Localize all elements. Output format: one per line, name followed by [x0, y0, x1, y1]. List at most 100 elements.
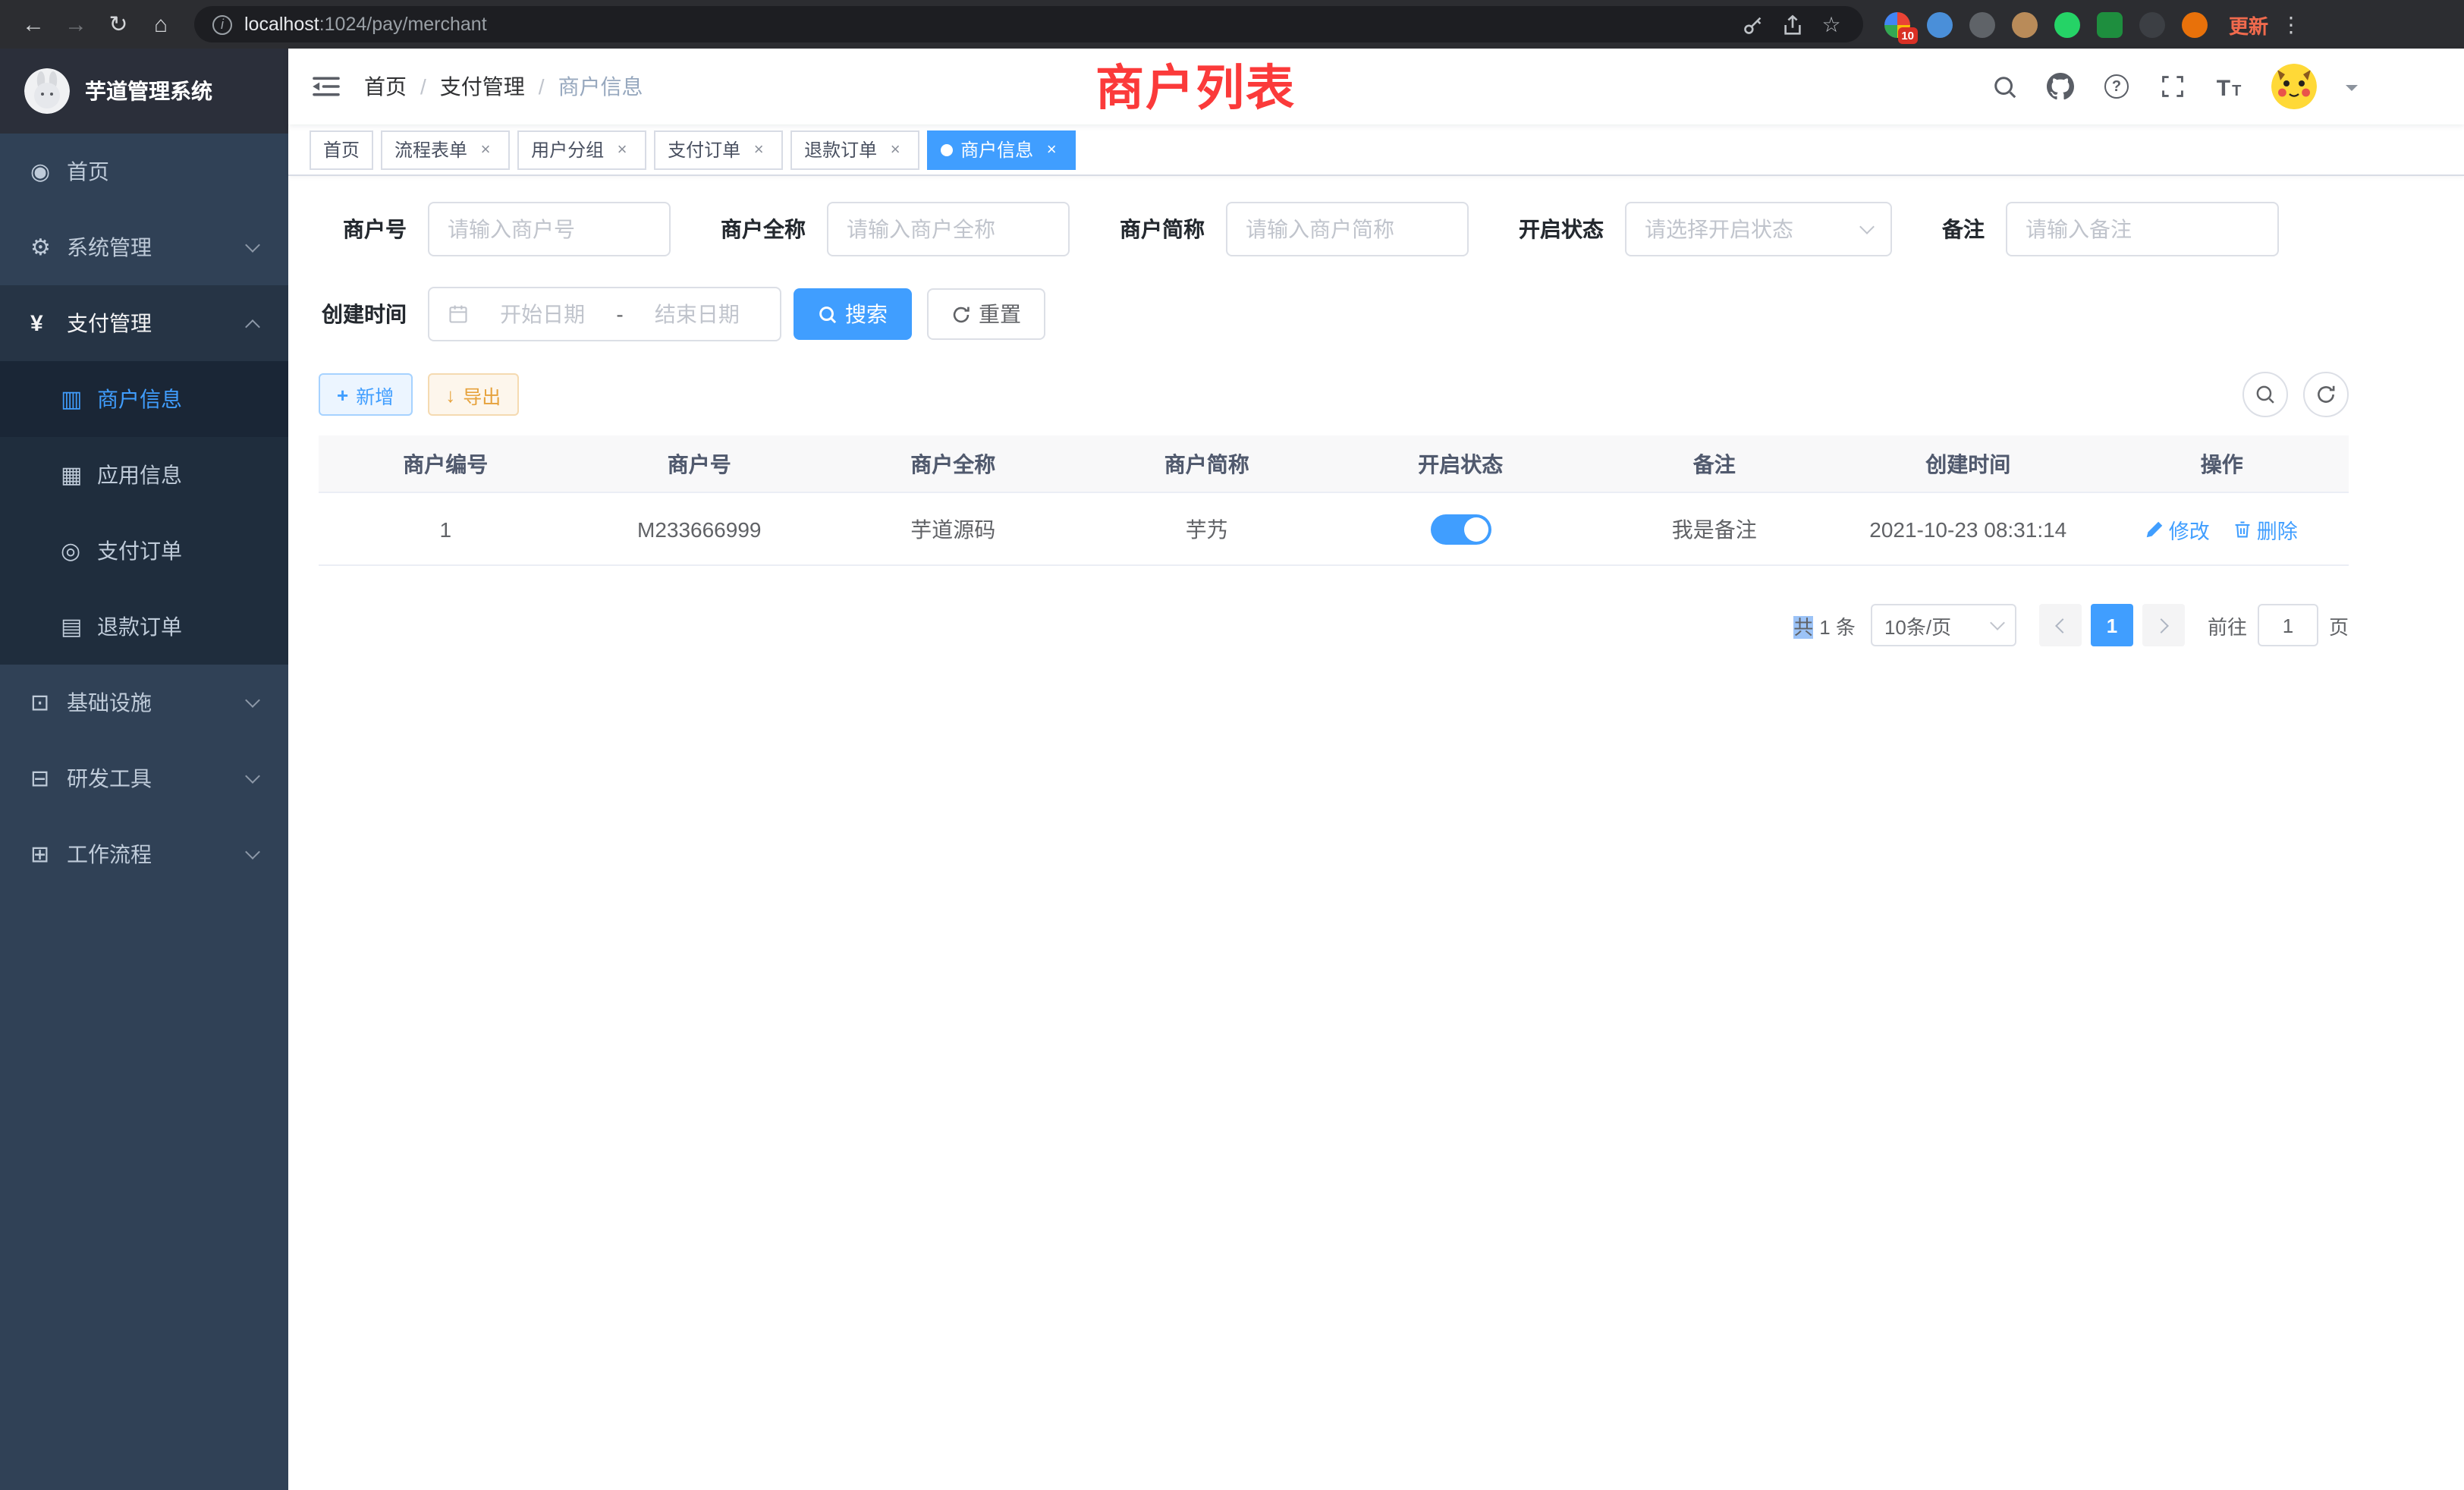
page-content: 商户号 商户全称 商户简称 开启状态 请选择开启状态 [288, 176, 2464, 1490]
sidebar-item-label: 支付管理 [67, 308, 152, 338]
goto-page-input[interactable] [2258, 604, 2318, 646]
close-icon[interactable]: × [885, 139, 906, 160]
app-grid-icon: ▦ [61, 461, 97, 489]
sidebar-item-dev-tools[interactable]: ⊟ 研发工具 [0, 740, 288, 816]
cell-short-name: 芋艿 [1080, 514, 1334, 544]
pagination-total-rest: 1 条 [1819, 615, 1856, 638]
search-button[interactable]: 搜索 [794, 288, 912, 340]
url-path-text: :1024/pay/merchant [319, 14, 487, 35]
browser-forward-button[interactable]: → [55, 5, 97, 44]
password-key-icon[interactable] [1739, 13, 1766, 36]
date-separator: - [616, 302, 623, 326]
cell-actions: 修改 删除 [2095, 514, 2349, 544]
extensions-bar: 10 [1884, 11, 2208, 37]
help-icon[interactable]: ? [2103, 73, 2130, 100]
sidebar-item-refund-order[interactable]: ▤ 退款订单 [0, 589, 288, 665]
page-size-select[interactable]: 10条/页 [1871, 604, 2016, 646]
merchant-no-field[interactable] [448, 217, 651, 241]
merchant-no-label: 商户号 [319, 214, 407, 244]
merchant-short-input[interactable] [1226, 202, 1469, 256]
share-icon[interactable] [1778, 13, 1806, 36]
tab-user-group[interactable]: 用户分组× [517, 130, 646, 169]
browser-profile-avatar[interactable] [2182, 11, 2208, 37]
tab-process-form[interactable]: 流程表单× [381, 130, 510, 169]
reset-button-label: 重置 [979, 299, 1021, 329]
breadcrumb-home[interactable]: 首页 [364, 71, 407, 102]
tab-label: 商户信息 [960, 137, 1033, 162]
github-icon[interactable] [2047, 73, 2074, 100]
merchant-name-input[interactable] [827, 202, 1070, 256]
sidebar-item-system-management[interactable]: ⚙ 系统管理 [0, 209, 288, 285]
sidebar-item-pay-order[interactable]: ◎ 支付订单 [0, 513, 288, 589]
tab-merchant-info[interactable]: 商户信息 × [927, 130, 1076, 169]
browser-update-button[interactable]: 更新 [2229, 10, 2268, 39]
merchant-short-field[interactable] [1246, 217, 1449, 241]
breadcrumb-payment[interactable]: 支付管理 [440, 71, 525, 102]
avatar-caret-icon[interactable] [2346, 85, 2358, 97]
sidebar-item-infrastructure[interactable]: ⊡ 基础设施 [0, 665, 288, 740]
date-start-placeholder[interactable]: 开始日期 [478, 299, 607, 329]
close-icon[interactable]: × [748, 139, 769, 160]
address-bar[interactable]: i localhost:1024/pay/merchant ☆ [194, 6, 1863, 42]
extension-blue-icon[interactable] [1927, 11, 1953, 37]
extension-green-icon[interactable] [2054, 11, 2080, 37]
browser-home-button[interactable]: ⌂ [140, 5, 182, 44]
tags-view: 首页 流程表单× 用户分组× 支付订单× 退款订单× 商户信息 × [288, 124, 2464, 176]
extension-dark-icon[interactable] [2139, 11, 2165, 37]
browser-refresh-button[interactable]: ↻ [97, 5, 140, 44]
sidebar-item-home[interactable]: ◉ 首页 [0, 134, 288, 209]
url-host: localhost:1024/pay/merchant [244, 14, 487, 35]
export-button-label: 导出 [463, 380, 501, 409]
order-target-icon: ◎ [61, 537, 97, 564]
cell-merchant-no: M233666999 [573, 517, 827, 541]
hamburger-icon[interactable] [288, 74, 364, 99]
tab-refund-order[interactable]: 退款订单× [790, 130, 919, 169]
merchant-no-input[interactable] [428, 202, 671, 256]
search-icon[interactable] [1991, 73, 2018, 100]
page-1-button[interactable]: 1 [2091, 604, 2133, 646]
date-range-picker[interactable]: 开始日期 - 结束日期 [428, 287, 781, 341]
close-icon[interactable]: × [475, 139, 496, 160]
date-end-placeholder[interactable]: 结束日期 [633, 299, 762, 329]
sidebar-item-merchant-info[interactable]: ▥ 商户信息 [0, 361, 288, 437]
extension-sheet-icon[interactable] [2097, 11, 2123, 37]
page-size-value: 10条/页 [1884, 611, 1951, 640]
sidebar-item-app-info[interactable]: ▦ 应用信息 [0, 437, 288, 513]
prev-page-button[interactable] [2039, 604, 2082, 646]
site-info-icon[interactable]: i [212, 14, 232, 34]
sidebar-item-payment-management[interactable]: ¥ 支付管理 [0, 285, 288, 361]
reset-button[interactable]: 重置 [927, 288, 1045, 340]
extension-badge: 10 [1897, 27, 1918, 43]
tab-pay-order[interactable]: 支付订单× [654, 130, 783, 169]
workflow-icon: ⊞ [30, 841, 67, 868]
add-button[interactable]: + 新增 [319, 373, 412, 416]
tab-home[interactable]: 首页 [310, 130, 373, 169]
delete-link[interactable]: 删除 [2234, 514, 2298, 544]
browser-back-button[interactable]: ← [12, 5, 55, 44]
toggle-search-button[interactable] [2242, 372, 2288, 417]
remark-input[interactable] [2006, 202, 2279, 256]
status-select[interactable]: 请选择开启状态 [1625, 202, 1892, 256]
extension-avatar-icon[interactable] [2012, 11, 2038, 37]
merchant-name-field[interactable] [847, 217, 1050, 241]
merchant-short-label: 商户简称 [1120, 214, 1205, 244]
next-page-button[interactable] [2142, 604, 2185, 646]
user-avatar[interactable] [2271, 64, 2317, 109]
pagination: 共1 条 10条/页 1 前往 页 [319, 604, 2349, 646]
font-size-icon[interactable]: TT [2215, 73, 2242, 100]
export-button[interactable]: ↓ 导出 [427, 373, 519, 416]
sidebar-item-label: 应用信息 [97, 460, 182, 490]
sidebar-item-workflow[interactable]: ⊞ 工作流程 [0, 816, 288, 892]
close-icon[interactable]: × [1041, 139, 1062, 160]
fullscreen-icon[interactable] [2159, 73, 2186, 100]
extension-gray-icon[interactable] [1969, 11, 1995, 37]
app-logo[interactable]: 芋道管理系统 [0, 49, 288, 134]
status-toggle[interactable] [1430, 514, 1491, 544]
extension-pinwheel-icon[interactable]: 10 [1884, 11, 1910, 37]
remark-field[interactable] [2026, 217, 2259, 241]
refresh-table-button[interactable] [2303, 372, 2349, 417]
edit-link[interactable]: 修改 [2146, 514, 2210, 544]
browser-menu-icon[interactable]: ⋮ [2280, 11, 2302, 37]
close-icon[interactable]: × [611, 139, 633, 160]
bookmark-star-icon[interactable]: ☆ [1818, 11, 1845, 37]
